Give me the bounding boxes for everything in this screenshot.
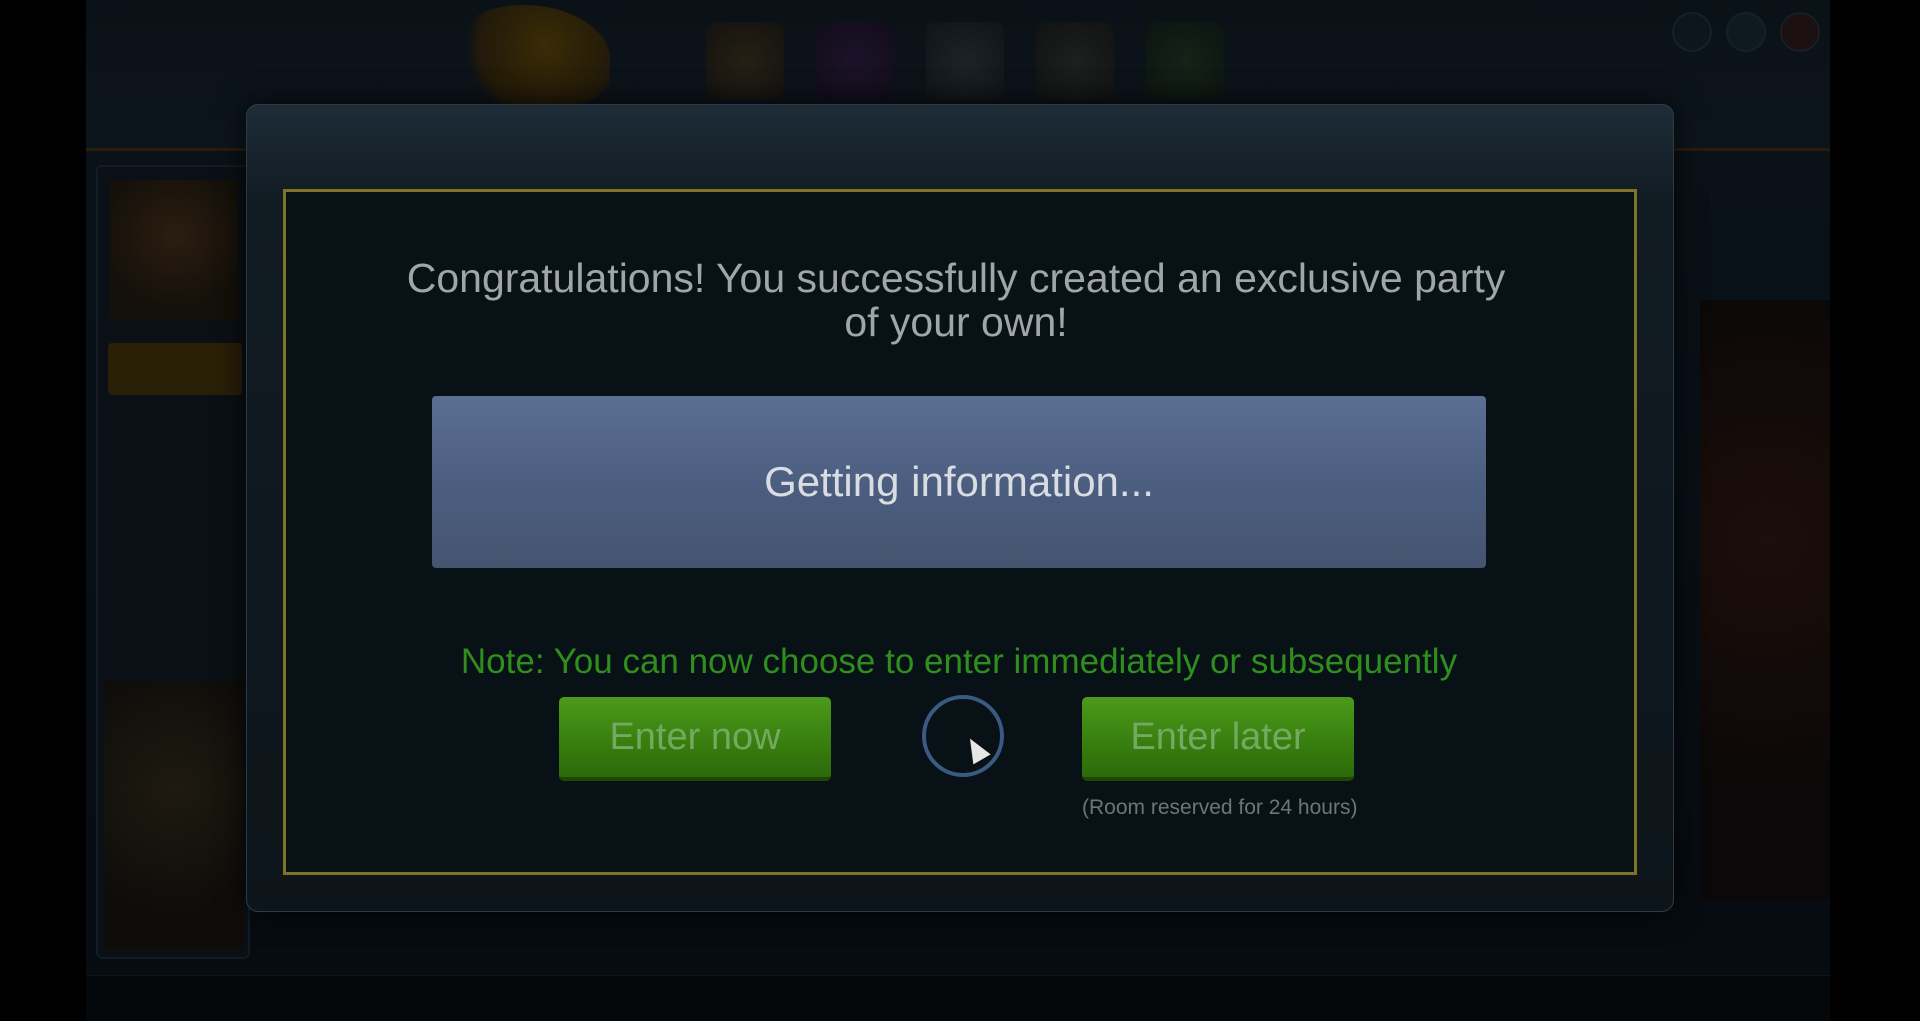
room-reserved-note: (Room reserved for 24 hours)	[1082, 796, 1358, 819]
loading-spinner-icon	[922, 695, 1004, 777]
house-icon[interactable]	[706, 22, 784, 100]
arrow-icon[interactable]	[1146, 22, 1224, 100]
shield-icon[interactable]	[926, 22, 1004, 100]
settings-icon[interactable]	[1672, 12, 1712, 52]
note-text: Note: You can now choose to enter immedi…	[460, 642, 1458, 681]
sound-icon[interactable]	[1726, 12, 1766, 52]
left-artwork	[104, 680, 244, 950]
bottom-bar	[86, 975, 1830, 1021]
dialog-content: Congratulations! You successfully create…	[283, 189, 1637, 875]
party-created-dialog: Congratulations! You successfully create…	[246, 104, 1674, 912]
right-artwork	[1700, 300, 1830, 900]
info-status-box: Getting information...	[432, 396, 1486, 568]
status-text: Getting information...	[764, 458, 1154, 505]
enter-later-button[interactable]: Enter later	[1082, 697, 1354, 781]
gold-strip	[108, 343, 242, 395]
people-icon[interactable]	[816, 22, 894, 100]
avatar	[110, 180, 238, 320]
bank-icon[interactable]	[1036, 22, 1114, 100]
congratulations-message: Congratulations! You successfully create…	[406, 255, 1506, 345]
enter-now-button[interactable]: Enter now	[559, 697, 831, 781]
game-logo-icon	[450, 5, 610, 105]
close-icon[interactable]	[1780, 12, 1820, 52]
